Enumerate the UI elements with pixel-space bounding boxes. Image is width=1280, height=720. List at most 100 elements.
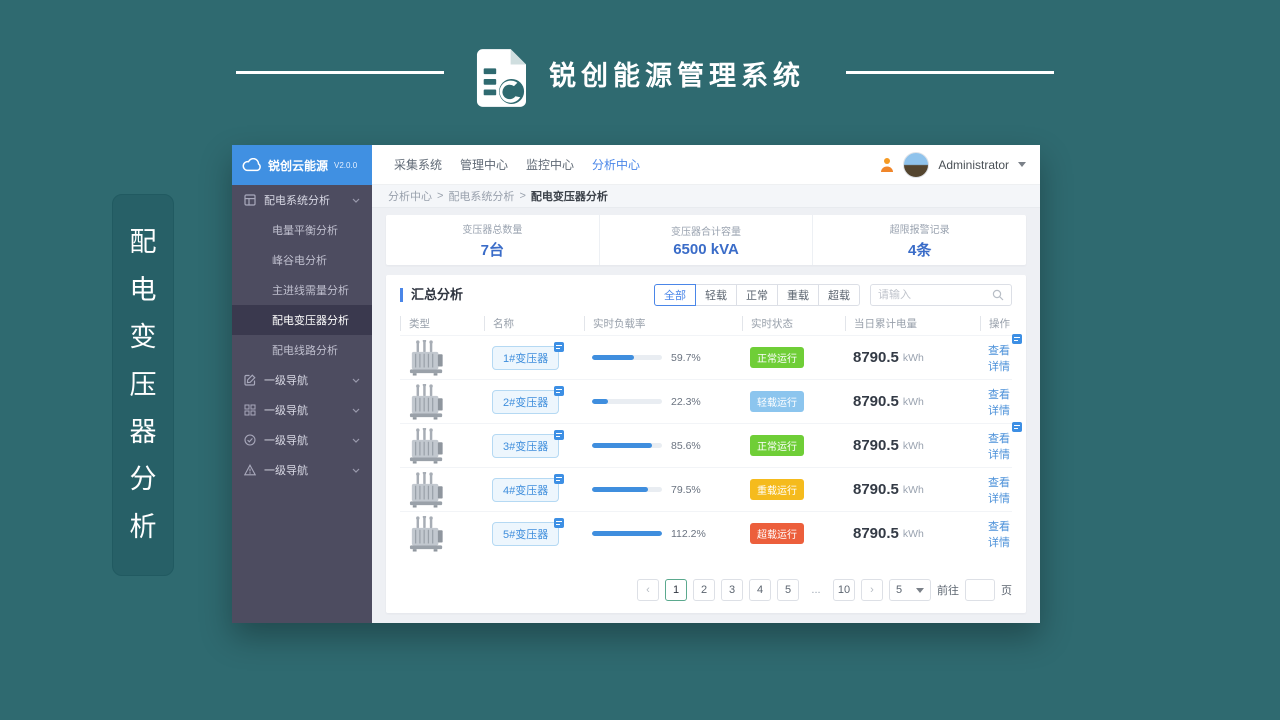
sidebar-item-power-distribution-analysis[interactable]: 配电系统分析 [232, 185, 372, 215]
sidebar-item-nav-2[interactable]: 一级导航 [232, 395, 372, 425]
view-details-link[interactable]: 查看详情 [988, 386, 1012, 418]
select-caret-icon [916, 587, 924, 593]
table-row: 3#变压器 85.6% 正常运行 8790.5 kWh 查看详情 [400, 421, 1022, 467]
view-details-link[interactable]: 查看详情 [988, 518, 1012, 550]
transformer-name-button[interactable]: 2#变压器 [492, 385, 565, 414]
load-percent: 79.5% [671, 483, 701, 496]
filter-overload-button[interactable]: 超载 [818, 284, 860, 306]
breadcrumb-separator: > [437, 190, 444, 202]
load-progress-bar [592, 531, 662, 536]
filter-normal-button[interactable]: 正常 [736, 284, 778, 306]
sidebar-item-label: 峰谷电分析 [272, 255, 327, 267]
filter-heavy-load-button[interactable]: 重载 [777, 284, 819, 306]
avatar[interactable] [903, 151, 930, 178]
breadcrumb-separator: > [519, 190, 526, 202]
sidebar-item-energy-balance[interactable]: 电量平衡分析 [232, 215, 372, 245]
transformer-name: 2#变压器 [503, 396, 549, 409]
filter-all-button[interactable]: 全部 [654, 284, 696, 306]
stat-label: 超限报警记录 [889, 224, 950, 236]
view-details-link[interactable]: 查看详情 [988, 333, 1022, 374]
user-menu-caret-icon[interactable] [1018, 162, 1026, 167]
energy-unit: kWh [902, 483, 924, 496]
cloud-icon [242, 158, 261, 172]
nav-item-analysis-center[interactable]: 分析中心 [592, 156, 640, 173]
document-refresh-icon [476, 49, 526, 107]
stats-card: 变压器总数量 7台 变压器合计容量 6500 kVA 超限报警记录 4条 [386, 215, 1026, 265]
side-label-char: 析 [129, 511, 157, 542]
status-badge: 超载运行 [750, 523, 804, 544]
transformer-name-button[interactable]: 3#变压器 [492, 429, 565, 458]
sidebar-item-label: 主进线需量分析 [272, 285, 349, 297]
chevron-down-icon [352, 198, 360, 203]
sidebar-item-nav-1[interactable]: 一级导航 [232, 365, 372, 395]
table-row: 5#变压器 112.2% 超载运行 8790.5 kWh 查看详情 [400, 511, 1012, 555]
stat-value: 6500 kVA [673, 240, 739, 258]
transformer-name: 1#变压器 [503, 352, 549, 365]
chevron-down-icon [352, 378, 360, 383]
breadcrumb-distribution-analysis[interactable]: 配电系统分析 [448, 188, 514, 204]
prev-page-button[interactable]: ‹ [637, 579, 659, 601]
view-details-link[interactable]: 查看详情 [988, 474, 1012, 506]
goto-label: 前往 [937, 585, 959, 597]
page-button-2[interactable]: 2 [693, 579, 715, 601]
sidebar-item-peak-valley[interactable]: 峰谷电分析 [232, 245, 372, 275]
status-badge: 正常运行 [750, 435, 804, 456]
page-size-select[interactable]: 5 [889, 579, 931, 601]
load-percent: 22.3% [671, 395, 701, 408]
slide-title: 锐创能源管理系统 [549, 61, 805, 91]
content-area: 变压器总数量 7台 变压器合计容量 6500 kVA 超限报警记录 4条 汇总分… [372, 208, 1040, 623]
filter-light-load-button[interactable]: 轻载 [695, 284, 737, 306]
pagination: ‹ 1 2 3 4 5 ... 10 › 5 前往 页 [386, 579, 1026, 613]
col-type: 类型 [400, 315, 484, 331]
load-progress-bar [592, 355, 662, 360]
table-row: 1#变压器 59.7% 正常运行 8790.5 kWh 查看详情 [400, 333, 1022, 379]
page-button-10[interactable]: 10 [833, 579, 855, 601]
transformer-name-button[interactable]: 4#变压器 [492, 473, 565, 502]
view-details-link[interactable]: 查看详情 [988, 421, 1022, 462]
energy-value: 8790.5 [853, 525, 899, 542]
chart-badge-icon [554, 429, 565, 440]
page-button-4[interactable]: 4 [749, 579, 771, 601]
sidebar-item-line-analysis[interactable]: 配电线路分析 [232, 335, 372, 365]
status-badge: 重载运行 [750, 479, 804, 500]
goto-page-input[interactable] [965, 579, 995, 601]
transformer-name: 5#变压器 [503, 528, 549, 541]
stat-label: 变压器总数量 [462, 224, 523, 236]
sidebar-item-nav-3[interactable]: 一级导航 [232, 425, 372, 455]
stat-value: 4条 [908, 241, 932, 259]
product-version: V2.0.0 [334, 160, 358, 170]
page-button-1[interactable]: 1 [665, 579, 687, 601]
energy-value: 8790.5 [853, 393, 899, 410]
load-progress-bar [592, 487, 662, 492]
sidebar-item-label: 电量平衡分析 [272, 225, 338, 237]
user-notification-icon[interactable] [880, 157, 894, 173]
sidebar-menu: 配电系统分析 电量平衡分析 峰谷电分析 主进线需量分析 配电变压器分析 配电线路… [232, 185, 372, 485]
sidebar-item-label: 一级导航 [264, 465, 308, 477]
nav-item-management-center[interactable]: 管理中心 [460, 156, 508, 173]
sidebar-item-nav-4[interactable]: 一级导航 [232, 455, 372, 485]
col-name: 名称 [484, 315, 584, 331]
energy-value: 8790.5 [853, 437, 899, 454]
sidebar-item-label: 配电线路分析 [272, 345, 338, 357]
warning-triangle-icon [244, 464, 256, 476]
breadcrumb-analysis-center[interactable]: 分析中心 [388, 188, 432, 204]
page-button-3[interactable]: 3 [721, 579, 743, 601]
chevron-down-icon [352, 438, 360, 443]
nav-item-collection-system[interactable]: 采集系统 [394, 156, 442, 173]
side-label-char: 变 [129, 322, 157, 353]
next-page-button[interactable]: › [861, 579, 883, 601]
nav-item-monitoring-center[interactable]: 监控中心 [526, 156, 574, 173]
transformer-name-button[interactable]: 1#变压器 [492, 341, 565, 370]
table-header: 类型 名称 实时负载率 实时状态 当日累计电量 操作 [400, 311, 1012, 335]
search-input[interactable] [878, 289, 992, 301]
transformer-image [400, 384, 484, 420]
chart-badge-icon [554, 341, 565, 352]
username: Administrator [938, 157, 1009, 172]
energy-unit: kWh [902, 527, 924, 540]
transformer-name-button[interactable]: 5#变压器 [492, 517, 565, 546]
page-button-5[interactable]: 5 [777, 579, 799, 601]
summary-header: 汇总分析 全部 轻载 正常 重载 超载 [386, 275, 1026, 311]
sidebar-item-main-line-demand[interactable]: 主进线需量分析 [232, 275, 372, 305]
search-icon[interactable] [992, 289, 1004, 301]
sidebar-item-transformer-analysis[interactable]: 配电变压器分析 [232, 305, 372, 335]
